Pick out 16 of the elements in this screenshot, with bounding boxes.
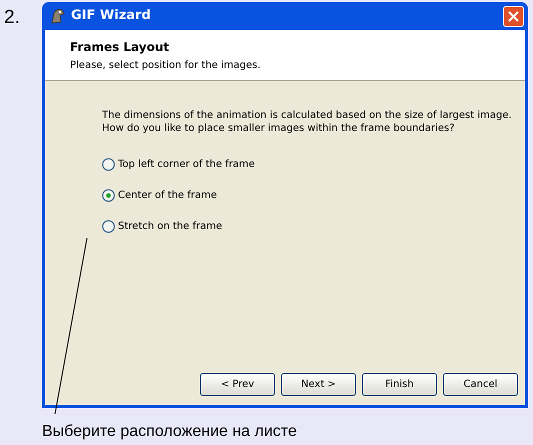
wizard-button[interactable]: < Prev [200, 373, 275, 396]
wizard-button[interactable]: Finish [362, 373, 437, 396]
wizard-button[interactable]: Cancel [443, 373, 518, 396]
radio-option[interactable]: Stretch on the frame [102, 219, 222, 233]
bird-icon [49, 7, 67, 25]
page-title: Frames Layout [70, 39, 170, 56]
step-number: 2. [4, 6, 20, 30]
close-button[interactable] [503, 6, 524, 26]
close-icon [508, 10, 519, 22]
radio-option[interactable]: Top left corner of the frame [102, 157, 255, 171]
window-title: GIF Wizard [71, 7, 152, 26]
radio-option[interactable]: Center of the frame [102, 188, 217, 202]
caption-text: Выберите расположение на листе [42, 422, 297, 441]
page-subtitle: Please, select position for the images. [70, 59, 262, 73]
wizard-button[interactable]: Next > [281, 373, 356, 396]
description-text: The dimensions of the animation is calculated based on the size of largest image. How do you like to place smaller images within the frame boundaries? [102, 109, 513, 135]
